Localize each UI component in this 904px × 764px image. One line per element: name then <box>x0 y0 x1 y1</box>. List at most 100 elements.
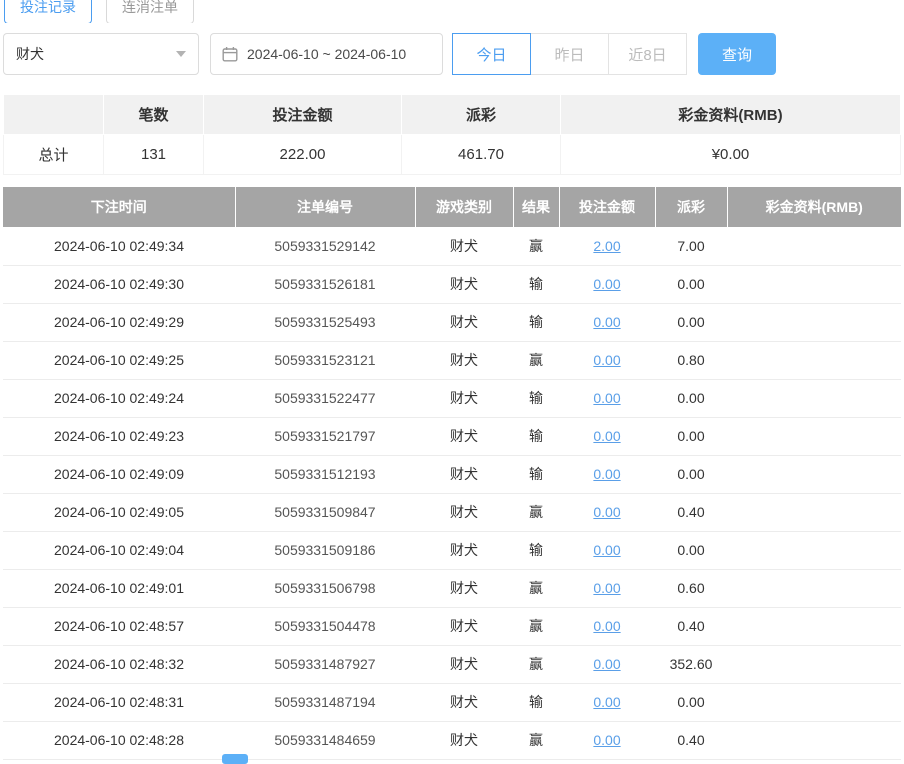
game-type-cell: 财犬 <box>415 645 513 683</box>
summary-total-bonus: ¥0.00 <box>561 135 901 175</box>
bet-amount-link[interactable]: 0.00 <box>593 314 620 330</box>
payout-cell: 0.40 <box>655 607 727 645</box>
bet-amount-cell: 0.00 <box>559 455 655 493</box>
table-row: 2024-06-10 02:49:235059331521797财犬输0.000… <box>3 417 901 455</box>
bet-time-cell: 2024-06-10 02:49:01 <box>3 569 235 607</box>
table-row: 2024-06-10 02:49:045059331509186财犬输0.000… <box>3 531 901 569</box>
bonus-cell <box>727 645 901 683</box>
bonus-cell <box>727 493 901 531</box>
bet-amount-link[interactable]: 0.00 <box>593 618 620 634</box>
bet-amount-cell: 0.00 <box>559 683 655 721</box>
summary-total-payout: 461.70 <box>402 135 561 175</box>
bet-amount-link[interactable]: 0.00 <box>593 390 620 406</box>
bonus-cell <box>727 569 901 607</box>
order-number-cell: 5059331484659 <box>235 721 415 759</box>
table-row: 2024-06-10 02:49:295059331525493财犬输0.000… <box>3 303 901 341</box>
date-range-input[interactable]: 2024-06-10 ~ 2024-06-10 <box>210 33 443 75</box>
bonus-cell <box>727 379 901 417</box>
payout-cell: 0.80 <box>655 341 727 379</box>
payout-cell: 352.60 <box>655 645 727 683</box>
order-number-cell: 5059331525493 <box>235 303 415 341</box>
bet-amount-link[interactable]: 0.00 <box>593 276 620 292</box>
result-cell: 赢 <box>513 493 559 531</box>
bet-amount-cell: 2.00 <box>559 227 655 265</box>
table-row: 2024-06-10 02:48:315059331487194财犬输0.000… <box>3 683 901 721</box>
bet-amount-cell: 0.00 <box>559 721 655 759</box>
bet-time-cell: 2024-06-10 02:49:09 <box>3 455 235 493</box>
table-row: 2024-06-10 02:48:575059331504478财犬赢0.000… <box>3 607 901 645</box>
table-row: 2024-06-10 02:49:095059331512193财犬输0.000… <box>3 455 901 493</box>
bet-amount-link[interactable]: 0.00 <box>593 694 620 710</box>
payout-cell: 0.00 <box>655 417 727 455</box>
order-number-cell: 5059331512193 <box>235 455 415 493</box>
order-number-cell: 5059331506798 <box>235 569 415 607</box>
bet-time-cell: 2024-06-10 02:49:25 <box>3 341 235 379</box>
tab-bet-records[interactable]: 投注记录 <box>4 0 92 23</box>
table-row: 2024-06-10 02:48:325059331487927财犬赢0.003… <box>3 645 901 683</box>
bet-time-cell: 2024-06-10 02:49:24 <box>3 379 235 417</box>
tab-cancelled-orders[interactable]: 连消注单 <box>106 0 194 23</box>
bet-amount-link[interactable]: 0.00 <box>593 542 620 558</box>
bonus-cell <box>727 455 901 493</box>
summary-header-payout: 派彩 <box>402 95 561 135</box>
calendar-icon <box>222 46 238 62</box>
bet-amount-link[interactable]: 0.00 <box>593 656 620 672</box>
game-type-cell: 财犬 <box>415 569 513 607</box>
game-type-cell: 财犬 <box>415 417 513 455</box>
bonus-cell <box>727 721 901 759</box>
bet-time-cell: 2024-06-10 02:48:57 <box>3 607 235 645</box>
records-header-row: 下注时间 注单编号 游戏类别 结果 投注金额 派彩 彩金资料(RMB) <box>3 187 901 227</box>
bonus-cell <box>727 683 901 721</box>
payout-cell: 0.00 <box>655 683 727 721</box>
result-cell: 输 <box>513 303 559 341</box>
bonus-cell <box>727 531 901 569</box>
bet-amount-link[interactable]: 0.00 <box>593 428 620 444</box>
bet-amount-link[interactable]: 2.00 <box>593 238 620 254</box>
table-row: 2024-06-10 02:49:345059331529142财犬赢2.007… <box>3 227 901 265</box>
bet-amount-link[interactable]: 0.00 <box>593 352 620 368</box>
bonus-cell <box>727 341 901 379</box>
game-type-cell: 财犬 <box>415 455 513 493</box>
bet-time-cell: 2024-06-10 02:48:28 <box>3 721 235 759</box>
filter-bar: 财犬 2024-06-10 ~ 2024-06-10 今日 昨日 近8日 查询 <box>3 33 901 75</box>
summary-total-count: 131 <box>104 135 204 175</box>
bet-amount-link[interactable]: 0.00 <box>593 732 620 748</box>
game-type-cell: 财犬 <box>415 265 513 303</box>
last8days-button[interactable]: 近8日 <box>608 33 687 75</box>
pagination-item-partial[interactable] <box>222 754 248 764</box>
bonus-cell <box>727 265 901 303</box>
today-button[interactable]: 今日 <box>452 33 531 75</box>
search-button[interactable]: 查询 <box>698 33 776 75</box>
bet-amount-cell: 0.00 <box>559 531 655 569</box>
col-header-payout: 派彩 <box>655 187 727 227</box>
bet-amount-cell: 0.00 <box>559 265 655 303</box>
game-select[interactable]: 财犬 <box>3 33 199 75</box>
order-number-cell: 5059331509186 <box>235 531 415 569</box>
bet-amount-cell: 0.00 <box>559 417 655 455</box>
bet-amount-link[interactable]: 0.00 <box>593 466 620 482</box>
bet-time-cell: 2024-06-10 02:49:34 <box>3 227 235 265</box>
result-cell: 赢 <box>513 569 559 607</box>
bet-time-cell: 2024-06-10 02:48:32 <box>3 645 235 683</box>
result-cell: 赢 <box>513 721 559 759</box>
game-type-cell: 财犬 <box>415 683 513 721</box>
bonus-cell <box>727 607 901 645</box>
result-cell: 输 <box>513 379 559 417</box>
bet-amount-link[interactable]: 0.00 <box>593 580 620 596</box>
bet-time-cell: 2024-06-10 02:48:31 <box>3 683 235 721</box>
bet-amount-link[interactable]: 0.00 <box>593 504 620 520</box>
date-range-value: 2024-06-10 ~ 2024-06-10 <box>247 46 406 62</box>
yesterday-button[interactable]: 昨日 <box>530 33 609 75</box>
summary-header-row: 笔数 投注金额 派彩 彩金资料(RMB) <box>4 95 901 135</box>
payout-cell: 0.00 <box>655 265 727 303</box>
result-cell: 赢 <box>513 227 559 265</box>
payout-cell: 7.00 <box>655 227 727 265</box>
payout-cell: 0.40 <box>655 493 727 531</box>
table-row: 2024-06-10 02:49:255059331523121财犬赢0.000… <box>3 341 901 379</box>
payout-cell: 0.00 <box>655 531 727 569</box>
order-number-cell: 5059331529142 <box>235 227 415 265</box>
table-row: 2024-06-10 02:49:245059331522477财犬输0.000… <box>3 379 901 417</box>
bet-amount-cell: 0.00 <box>559 493 655 531</box>
payout-cell: 0.60 <box>655 569 727 607</box>
summary-header-count: 笔数 <box>104 95 204 135</box>
